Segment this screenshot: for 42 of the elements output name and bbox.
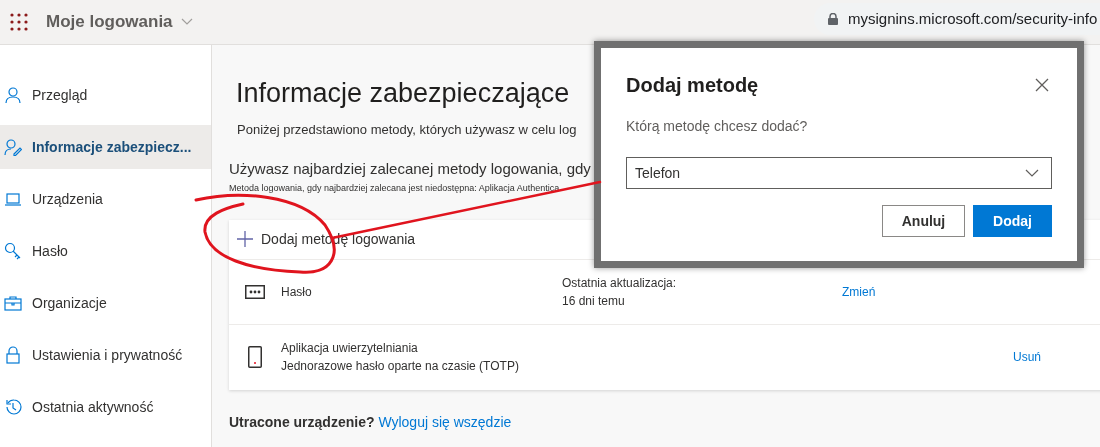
sidebar-item[interactable]: Hasło (0, 229, 211, 273)
key-icon (4, 242, 22, 260)
plus-icon (237, 231, 253, 247)
page-title: Informacje zabezpieczające (236, 77, 570, 110)
sidebar-item[interactable]: Ostatnia aktywność (0, 385, 211, 429)
updated-value: 16 dni temu (562, 292, 625, 310)
cancel-button[interactable]: Anuluj (882, 205, 965, 237)
lost-device-text: Utracone urządzenie? Wyloguj się wszędzie (229, 412, 512, 432)
lock-icon (828, 13, 838, 25)
lock-icon (4, 346, 22, 364)
dialog-title: Dodaj metodę (626, 73, 759, 98)
close-icon (1035, 78, 1049, 92)
add-button[interactable]: Dodaj (973, 205, 1052, 237)
person-edit-icon (4, 138, 22, 156)
phone-icon (248, 346, 262, 368)
laptop-icon (4, 190, 22, 208)
url-text: mysignins.microsoft.com/security-info (848, 8, 1098, 29)
default-method-text: Używasz najbardziej zalecanej metody logowania, gdy (229, 158, 591, 179)
page-description: Poniżej przedstawiono metody, których używasz w celu log (237, 121, 577, 139)
updated-label: Ostatnia aktualizacja: (562, 274, 677, 292)
person-icon (4, 86, 22, 104)
method-name: Aplikacja uwierzytelniania (281, 340, 418, 357)
sidebar-item[interactable]: Organizacje (0, 281, 211, 325)
sidebar-item[interactable]: Przegląd (0, 73, 211, 117)
sign-out-everywhere-link[interactable]: Wyloguj się wszędzie (378, 413, 512, 430)
method-detail: Jednorazowe hasło oparte na czasie (TOTP) (281, 358, 519, 375)
dialog-question: Którą metodę chcesz dodać? (626, 117, 808, 136)
method-action-link[interactable]: Usuń (1013, 348, 1041, 366)
chevron-down-icon (180, 18, 193, 26)
default-method-note: Metoda logowania, gdy najbardziej zalecana jest niedostępna: Aplikacja Authentica (229, 182, 560, 195)
method-name: Hasło (281, 283, 312, 301)
briefcase-icon (4, 294, 22, 312)
sidebar-item[interactable]: Ustawienia i prywatność (0, 333, 211, 377)
method-select[interactable]: Telefon (626, 157, 1052, 189)
history-icon (4, 398, 22, 416)
sidebar-item[interactable]: Informacje zabezpiecz... (0, 125, 211, 169)
chevron-down-icon (1025, 169, 1039, 177)
app-launcher-icon[interactable] (10, 13, 28, 31)
app-title-menu[interactable]: Moje logowania (46, 9, 193, 35)
sidebar-item[interactable]: Urządzenia (0, 177, 211, 221)
method-action-link[interactable]: Zmień (842, 282, 876, 301)
password-dots-icon (245, 284, 265, 299)
